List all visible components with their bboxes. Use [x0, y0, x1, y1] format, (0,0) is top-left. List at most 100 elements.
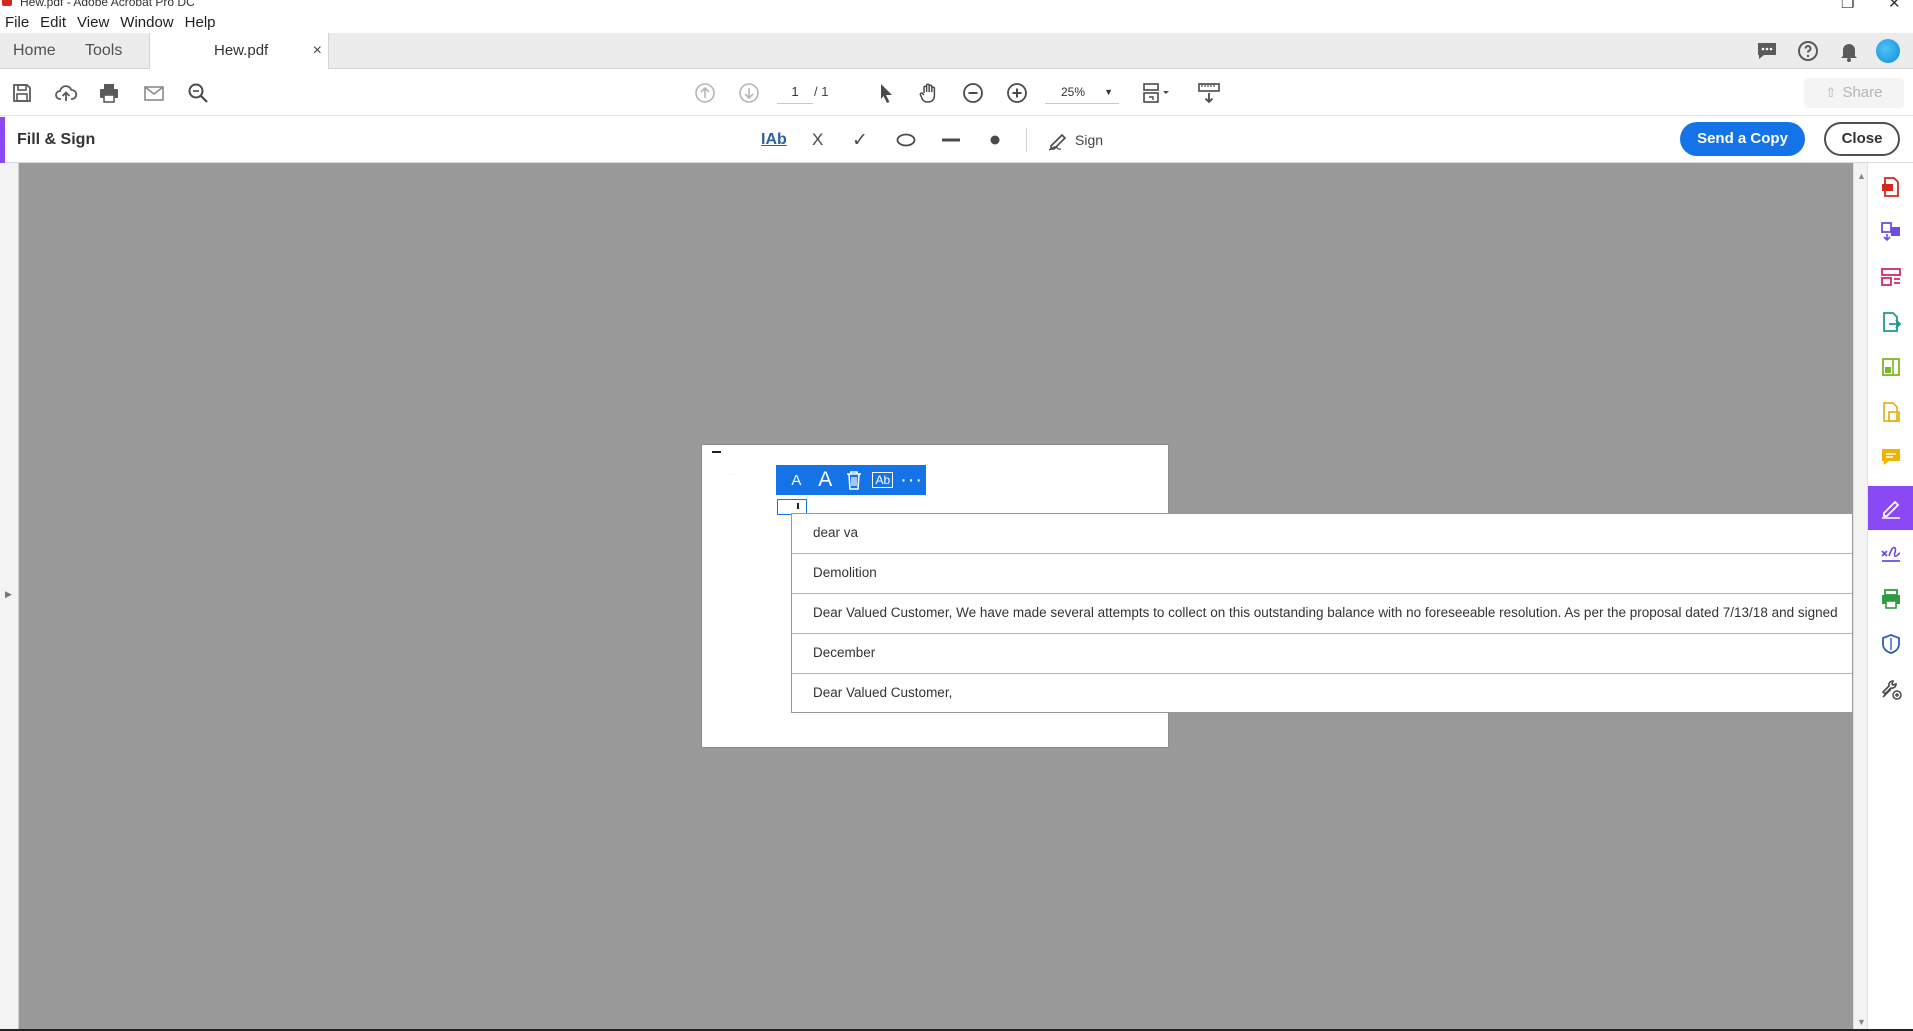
expand-panel-icon[interactable]: ▶ — [5, 589, 12, 600]
fill-sign-title: Fill & Sign — [17, 131, 96, 148]
scroll-up-icon[interactable]: ▲ — [1857, 171, 1866, 181]
autocomplete-list: dear va Demolition Dear Valued Customer,… — [791, 513, 1853, 713]
help-icon[interactable] — [1796, 39, 1820, 63]
text-cursor — [797, 503, 800, 509]
line-icon — [942, 138, 960, 142]
zoom-select[interactable]: 25% ▼ — [1045, 80, 1119, 104]
check-icon: ✓ — [852, 129, 868, 151]
vertical-scrollbar[interactable]: ▲ ▼ — [1853, 163, 1867, 1031]
sign-tool[interactable]: Sign — [1047, 127, 1103, 153]
menu-file[interactable]: File — [5, 14, 29, 31]
select-arrow-icon[interactable] — [874, 81, 898, 105]
add-text-icon: IAb — [761, 131, 787, 148]
menu-help[interactable]: Help — [185, 14, 216, 31]
more-options-button[interactable]: ··· — [897, 465, 926, 495]
print-icon[interactable] — [97, 81, 121, 105]
left-nav-panel[interactable]: ▶ — [0, 163, 19, 1031]
autocomplete-item[interactable]: December — [792, 634, 1852, 674]
document-tab-title: Hew.pdf — [214, 42, 269, 59]
export-pdf-icon[interactable] — [1879, 310, 1903, 334]
comb-field-button[interactable]: Ab — [868, 465, 897, 495]
autocomplete-item[interactable]: dear va — [792, 514, 1852, 554]
cross-icon: X — [812, 130, 824, 149]
close-tab-icon[interactable]: × — [313, 33, 322, 69]
zoom-dropdown-icon: ▼ — [1104, 87, 1113, 97]
more-icon: ··· — [900, 469, 924, 491]
check-mark-tool[interactable]: ✓ — [852, 127, 868, 153]
page-mark — [712, 451, 721, 453]
delete-field-button[interactable] — [840, 465, 869, 495]
autocomplete-item[interactable]: Demolition — [792, 554, 1852, 594]
restore-window-button[interactable]: ❐ — [1841, 0, 1854, 11]
bell-icon[interactable] — [1837, 39, 1861, 63]
mail-icon[interactable] — [142, 81, 166, 105]
menu-view[interactable]: View — [77, 14, 109, 31]
prev-page-icon[interactable] — [693, 81, 717, 105]
save-icon[interactable] — [10, 81, 34, 105]
title-bar: Hew.pdf - Adobe Acrobat Pro DC ❐ ✕ — [0, 0, 1913, 11]
tab-bar: Home Tools Hew.pdf × — [0, 33, 1913, 69]
comment-icon[interactable] — [1879, 445, 1903, 469]
autocomplete-item[interactable]: Dear Valued Customer, We have made sever… — [792, 594, 1852, 634]
ellipse-icon — [896, 133, 916, 147]
page-layout-icon[interactable] — [1141, 81, 1173, 105]
share-button[interactable]: ⇧ Share — [1804, 78, 1904, 108]
pen-sign-icon — [1048, 133, 1067, 151]
compress-pdf-icon[interactable] — [1879, 400, 1903, 424]
zoom-in-icon[interactable] — [1005, 81, 1029, 105]
close-fill-sign-button[interactable]: Close — [1824, 122, 1900, 156]
scroll-down-icon[interactable]: ▼ — [1857, 1017, 1866, 1027]
zoom-out-icon[interactable] — [961, 81, 985, 105]
fill-sign-toolbar: Fill & Sign IAb X ✓ Sign Send a Copy Clo… — [0, 117, 1913, 163]
comb-field-icon: Ab — [872, 472, 894, 488]
next-page-icon[interactable] — [737, 81, 761, 105]
request-signature-icon[interactable] — [1879, 542, 1903, 566]
fill-sign-icon — [1879, 496, 1903, 520]
trash-icon — [846, 471, 861, 490]
small-a-icon: A — [791, 471, 802, 489]
menu-edit[interactable]: Edit — [40, 14, 66, 31]
avatar[interactable] — [1876, 39, 1900, 63]
line-tool[interactable] — [941, 127, 961, 153]
menu-window[interactable]: Window — [120, 14, 173, 31]
share-icon: ⇧ — [1825, 85, 1837, 100]
edit-pdf-icon[interactable] — [1879, 355, 1903, 379]
organize-pages-icon[interactable] — [1879, 265, 1903, 289]
tab-document[interactable]: Hew.pdf × — [149, 33, 329, 69]
search-icon[interactable] — [186, 81, 210, 105]
send-a-copy-button[interactable]: Send a Copy — [1680, 122, 1805, 156]
cross-mark-tool[interactable]: X — [812, 127, 823, 153]
chat-icon[interactable] — [1755, 39, 1779, 63]
protect-icon[interactable] — [1879, 632, 1903, 656]
tab-home[interactable]: Home — [13, 33, 56, 69]
menu-bar: File Edit View Window Help — [0, 11, 1913, 33]
big-a-icon: A — [818, 468, 833, 491]
hand-icon[interactable] — [917, 81, 941, 105]
close-window-button[interactable]: ✕ — [1888, 0, 1901, 11]
add-text-tool[interactable]: IAb — [761, 127, 787, 153]
create-pdf-icon[interactable] — [1879, 175, 1903, 199]
tab-tools[interactable]: Tools — [85, 33, 122, 69]
toolbar-divider — [1026, 128, 1027, 152]
scroll-mode-icon[interactable] — [1197, 81, 1221, 105]
fill-sign-tool-active[interactable] — [1868, 486, 1913, 530]
increase-font-button[interactable]: A — [811, 465, 840, 495]
page-number-input[interactable]: 1 — [777, 80, 813, 104]
main-toolbar: 1 / 1 25% ▼ ⇧ Share — [0, 70, 1913, 116]
tools-pane — [1867, 163, 1913, 1031]
combine-files-icon[interactable] — [1879, 220, 1903, 244]
sign-label: Sign — [1075, 132, 1104, 148]
page-tiny-text: ········ — [728, 472, 739, 476]
print-production-icon[interactable] — [1879, 587, 1903, 611]
circle-tool[interactable] — [896, 127, 916, 153]
zoom-value: 25% — [1061, 85, 1086, 99]
more-tools-icon[interactable] — [1879, 677, 1903, 701]
cloud-upload-icon[interactable] — [54, 81, 78, 105]
acrobat-app-icon — [2, 0, 12, 6]
dot-icon — [990, 135, 1000, 145]
field-format-toolbar: A A Ab ··· — [776, 465, 926, 495]
dot-tool[interactable] — [990, 127, 1000, 153]
autocomplete-item[interactable]: Dear Valued Customer, — [792, 674, 1852, 712]
share-label: Share — [1842, 84, 1883, 101]
decrease-font-button[interactable]: A — [782, 465, 811, 495]
